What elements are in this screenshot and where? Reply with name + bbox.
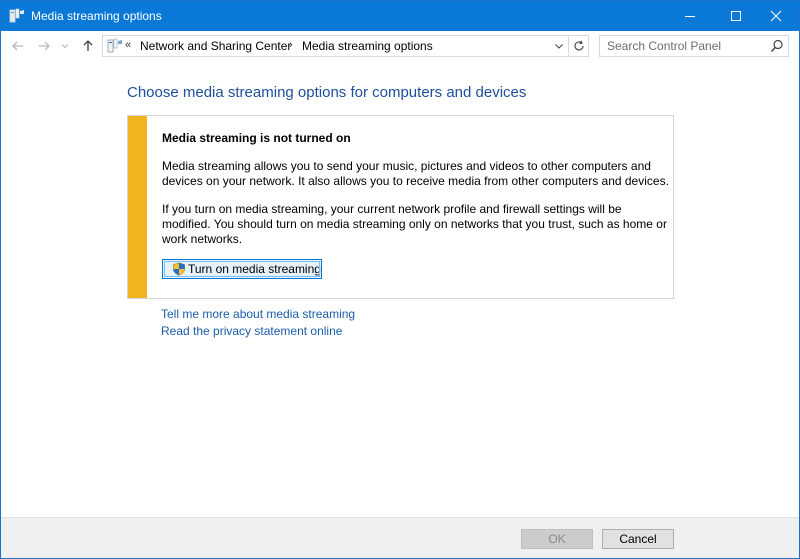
forward-button[interactable] [35,37,53,55]
address-bar[interactable]: « Network and Sharing Center › Media str… [102,35,589,57]
page-heading: Choose media streaming options for compu… [127,84,527,101]
arrow-right-icon [39,41,50,51]
ok-button[interactable]: OK [521,529,593,549]
content-pane: Choose media streaming options for compu… [1,61,799,517]
dialog-footer: OK Cancel [1,517,799,558]
navigation-bar: « Network and Sharing Center › Media str… [1,31,799,61]
warning-bar [128,116,147,298]
refresh-button[interactable] [568,36,588,56]
network-media-icon [9,8,24,23]
arrow-up-icon [83,40,93,51]
address-dropdown-button[interactable] [552,39,566,53]
maximize-icon [731,11,741,21]
turn-on-media-streaming-label: Turn on media streaming [188,262,321,276]
chevron-down-icon [61,44,69,49]
search-box[interactable] [599,35,789,57]
close-icon [770,10,782,22]
refresh-icon [574,40,584,51]
minimize-button[interactable] [667,1,713,31]
network-location-icon [107,38,122,53]
chevron-down-icon [555,44,563,49]
cancel-button[interactable]: Cancel [602,529,674,549]
window: Media streaming options « Network and Sh… [0,0,800,559]
notice-panel: Media streaming is not turned on Media s… [127,115,674,299]
back-button[interactable] [9,37,27,55]
uac-shield-icon [173,262,185,276]
notice-title: Media streaming is not turned on [162,131,351,145]
notice-paragraph-1: Media streaming allows you to send your … [162,159,669,188]
breadcrumb-separator[interactable]: › [289,39,293,51]
turn-on-media-streaming-button[interactable]: Turn on media streaming [162,259,322,279]
up-button[interactable] [79,37,97,55]
link-privacy-statement[interactable]: Read the privacy statement online [161,324,342,338]
breadcrumb-network-and-sharing-center[interactable]: Network and Sharing Center [140,39,291,53]
title-bar: Media streaming options [1,1,799,31]
recent-locations-button[interactable] [59,37,71,55]
breadcrumb-media-streaming-options[interactable]: Media streaming options [302,39,433,53]
breadcrumb-overflow[interactable]: « [125,39,131,51]
close-button[interactable] [753,1,799,31]
arrow-left-icon [12,41,23,51]
window-title: Media streaming options [31,9,162,23]
minimize-icon [685,16,695,17]
search-input[interactable] [600,36,768,56]
link-tell-me-more[interactable]: Tell me more about media streaming [161,307,355,321]
notice-paragraph-2: If you turn on media streaming, your cur… [162,202,667,246]
search-icon[interactable] [770,39,784,53]
